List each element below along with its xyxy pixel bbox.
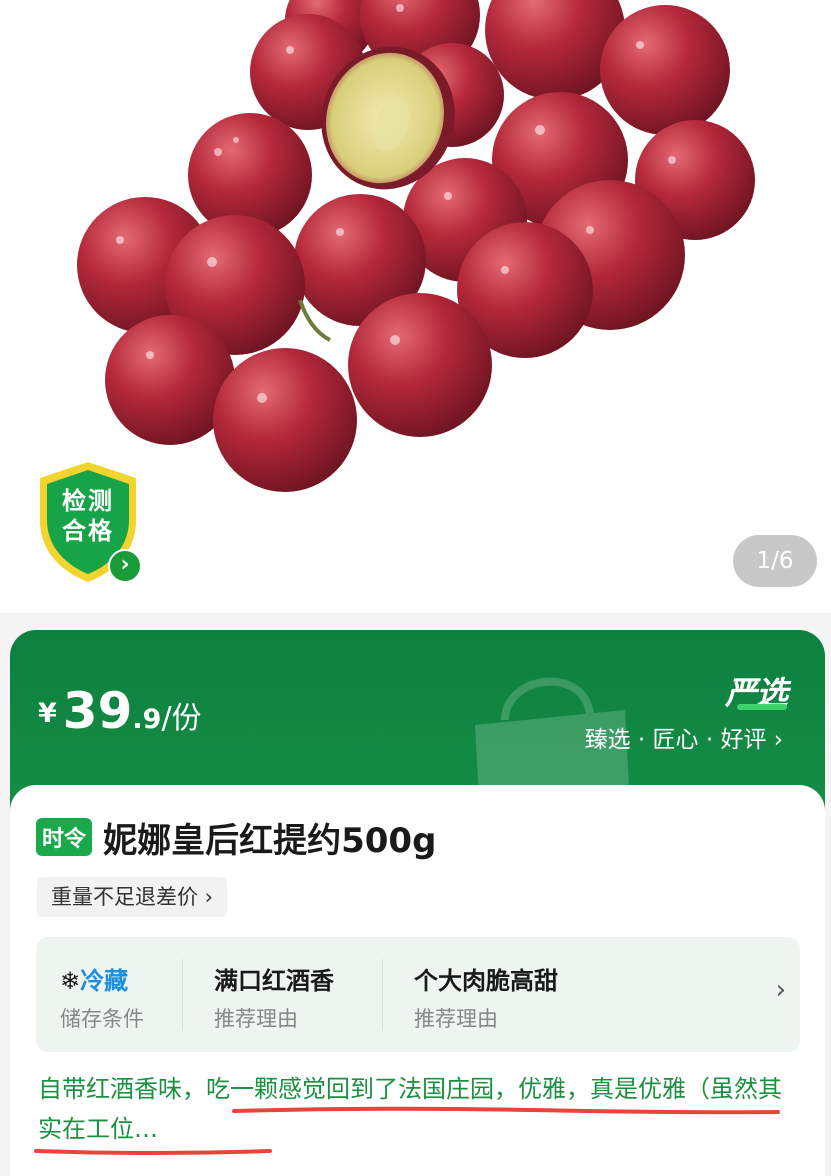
season-tag: 时令 xyxy=(36,818,93,856)
yanxuan-tagline-link[interactable]: 臻选 · 匠心 · 好评 › xyxy=(585,720,783,754)
divider xyxy=(182,959,183,1031)
product-title: 妮娜皇后红提约500g xyxy=(103,821,437,861)
weight-refund-tag[interactable]: 重量不足退差价 › xyxy=(37,877,228,917)
red-underline-annotation xyxy=(34,1149,272,1155)
badge-arrow-icon[interactable]: › xyxy=(108,549,142,583)
chevron-right-icon[interactable]: › xyxy=(776,975,786,1005)
logo-check-mark-icon xyxy=(737,704,787,710)
snowflake-icon: ❄ xyxy=(60,967,81,995)
product-attributes[interactable]: ❄冷藏 储存条件 满口红酒香 推荐理由 个大肉脆高甜 推荐理由 › xyxy=(36,937,800,1052)
title-row: 时令 妮娜皇后红提约500g xyxy=(36,813,436,862)
image-page-indicator: 1/6 xyxy=(733,535,817,587)
badge-text: 检测 合格 xyxy=(62,487,114,545)
price: ¥39.9/份 xyxy=(38,682,202,740)
reason-1-value: 满口红酒香 xyxy=(214,967,334,995)
reason-2-label: 推荐理由 xyxy=(414,1007,498,1031)
reason-2-value: 个大肉脆高甜 xyxy=(414,967,558,995)
divider xyxy=(382,959,383,1031)
reason-1-label: 推荐理由 xyxy=(214,1007,298,1031)
storage-value: ❄冷藏 xyxy=(60,967,129,995)
product-image-carousel[interactable]: 检测 合格 › 1/6 xyxy=(0,0,831,613)
red-underline-annotation xyxy=(232,1106,780,1115)
storage-label: 储存条件 xyxy=(60,1007,144,1031)
